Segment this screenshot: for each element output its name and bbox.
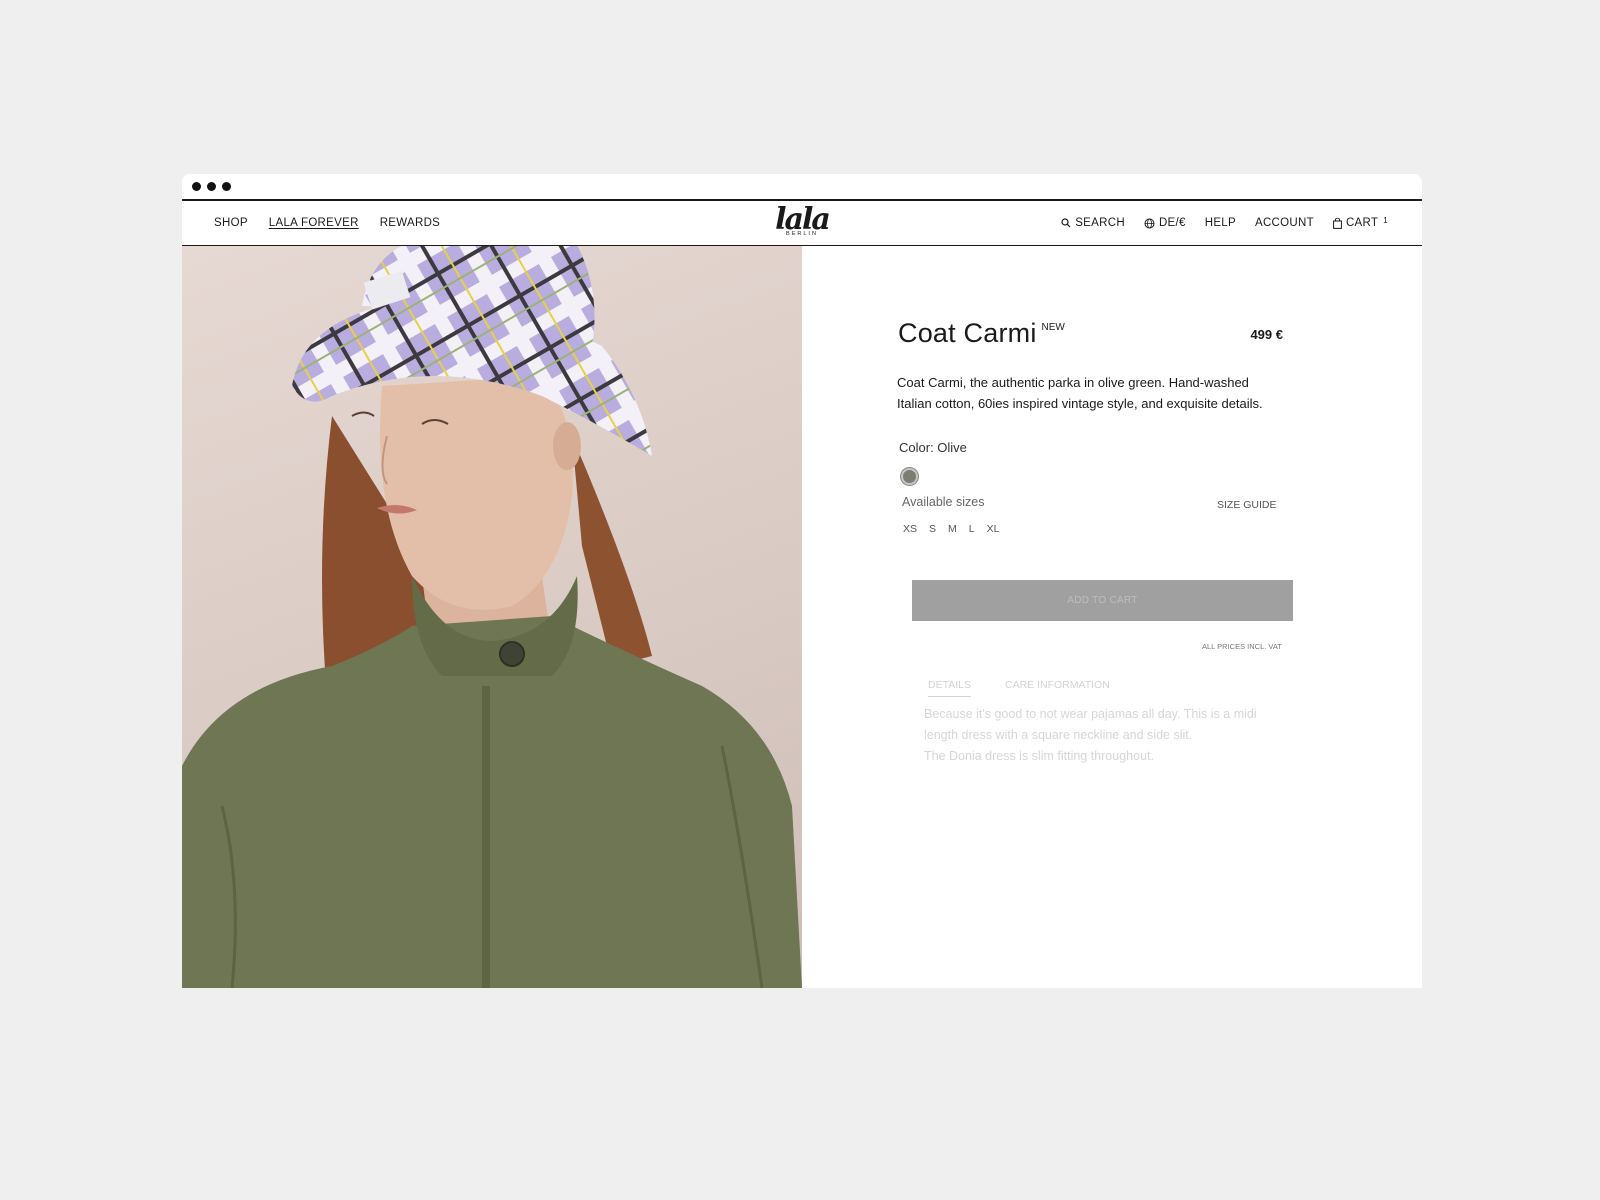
product-description: Coat Carmi, the authentic parka in olive…	[897, 375, 1263, 411]
nav-right: SEARCH DE/€ HELP ACCOUNT CART 1	[1061, 215, 1388, 229]
globe-icon	[1144, 218, 1155, 228]
window-dot-icon[interactable]	[222, 182, 231, 191]
cart-label: CART	[1345, 217, 1379, 229]
available-sizes-label: Available sizes	[902, 495, 985, 509]
product-details-panel: Coat Carmi NEW 499 € Coat Carmi, the auth…	[802, 246, 1422, 988]
window-chrome	[182, 174, 1422, 201]
search-label: SEARCH	[1075, 217, 1125, 229]
window-dot-icon[interactable]	[207, 182, 216, 191]
model-illustration	[182, 246, 802, 988]
bag-icon	[1333, 217, 1342, 229]
size-selector: XS S M L XL	[903, 523, 999, 535]
nav-account[interactable]: ACCOUNT	[1255, 217, 1314, 229]
product-title-row: Coat Carmi NEW 499 €	[898, 318, 1283, 349]
nav-locale[interactable]: DE/€	[1144, 217, 1186, 229]
size-guide-link[interactable]: SIZE GUIDE	[1217, 499, 1277, 511]
nav-left: SHOP LALA FOREVER REWARDS	[214, 217, 440, 229]
size-option-xl[interactable]: XL	[987, 523, 1000, 535]
locale-label: DE/€	[1158, 217, 1186, 229]
nav-shop[interactable]: SHOP	[214, 217, 248, 229]
product-page: Coat Carmi NEW 499 € Coat Carmi, the auth…	[182, 246, 1422, 988]
color-swatch-olive[interactable]	[901, 468, 918, 485]
new-badge: NEW	[1041, 322, 1065, 333]
details-line: Because it's good to not wear pajamas al…	[924, 707, 1257, 721]
details-content: Because it's good to not wear pajamas al…	[924, 704, 1299, 767]
color-label: Color: Olive	[899, 440, 967, 455]
size-option-xs[interactable]: XS	[903, 523, 917, 535]
info-tabs: DETAILS CARE INFORMATION	[928, 679, 1110, 697]
nav-search[interactable]: SEARCH	[1061, 217, 1125, 229]
details-line: The Donia dress is slim fitting througho…	[924, 749, 1154, 763]
nav-cart[interactable]: CART 1	[1333, 215, 1388, 229]
browser-window: SHOP LALA FOREVER REWARDS lala BERLIN SE…	[182, 174, 1422, 988]
cart-count: 1	[1383, 215, 1388, 225]
size-option-m[interactable]: M	[948, 523, 957, 535]
product-price: 499 €	[1250, 327, 1283, 342]
tab-care-information[interactable]: CARE INFORMATION	[1005, 679, 1110, 697]
window-dot-icon[interactable]	[192, 182, 201, 191]
top-nav: SHOP LALA FOREVER REWARDS lala BERLIN SE…	[182, 201, 1422, 246]
nav-help[interactable]: HELP	[1205, 217, 1236, 229]
add-to-cart-button[interactable]: ADD TO CART	[912, 580, 1293, 621]
nav-rewards[interactable]: REWARDS	[380, 217, 440, 229]
vat-note: ALL PRICES INCL. VAT	[1202, 642, 1282, 651]
tab-details[interactable]: DETAILS	[928, 679, 971, 697]
size-option-l[interactable]: L	[969, 523, 975, 535]
size-option-s[interactable]: S	[929, 523, 936, 535]
product-photo[interactable]	[182, 246, 802, 988]
brand-logo[interactable]: lala BERLIN	[775, 205, 831, 238]
nav-lala-forever[interactable]: LALA FOREVER	[269, 217, 359, 229]
details-line: length dress with a square neckline and …	[924, 728, 1193, 742]
product-title: Coat Carmi	[898, 318, 1037, 348]
search-icon	[1061, 218, 1071, 228]
